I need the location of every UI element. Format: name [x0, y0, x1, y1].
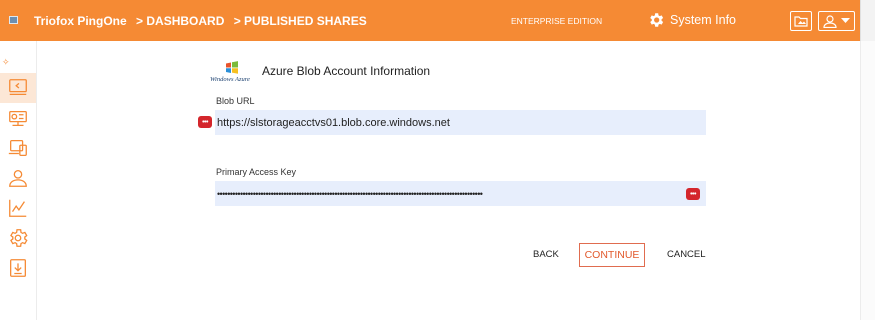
chart-icon	[9, 199, 27, 217]
caret-down-icon	[841, 18, 850, 23]
sidebar-item-reports[interactable]	[0, 193, 36, 223]
continue-button[interactable]: CONTINUE	[579, 243, 645, 267]
user-menu-button[interactable]	[818, 11, 855, 31]
sidebar-item-downloads[interactable]	[0, 253, 36, 283]
gear-icon	[650, 13, 664, 27]
top-bar: Triofox PingOne > DASHBOARD > PUBLISHED …	[0, 0, 875, 41]
blob-url-field[interactable]	[215, 110, 706, 135]
password-manager-icon[interactable]	[686, 188, 700, 200]
folder-button[interactable]	[790, 11, 812, 31]
password-manager-icon[interactable]	[198, 116, 212, 128]
user-icon	[823, 14, 837, 28]
devices-icon	[8, 140, 27, 156]
sidebar-item-settings[interactable]	[0, 223, 36, 253]
blob-url-label: Blob URL	[216, 96, 255, 106]
download-icon	[10, 259, 26, 277]
gear-icon	[10, 229, 28, 247]
system-info-label: System Info	[670, 13, 736, 27]
folder-icon	[794, 16, 808, 27]
back-button[interactable]: BACK	[533, 249, 559, 260]
pin-icon[interactable]: ✧	[2, 57, 10, 68]
server-icon	[9, 110, 27, 126]
windows-flag-icon	[226, 61, 238, 74]
breadcrumb: Triofox PingOne > DASHBOARD > PUBLISHED …	[34, 14, 373, 28]
sidebar-item-users[interactable]	[0, 163, 36, 193]
app-logo-icon[interactable]	[9, 16, 18, 24]
page-title: Azure Blob Account Information	[262, 64, 431, 78]
edition-label: ENTERPRISE EDITION	[511, 16, 603, 26]
sidebar-item-shares[interactable]	[0, 73, 36, 103]
cancel-button[interactable]: CANCEL	[667, 249, 706, 260]
scrollbar-top[interactable]	[860, 0, 875, 41]
scrollbar[interactable]	[860, 41, 875, 320]
windows-azure-logo: Windows Azure	[210, 61, 260, 85]
breadcrumb-home[interactable]: Triofox PingOne	[34, 14, 127, 28]
primary-access-key-label: Primary Access Key	[216, 167, 297, 177]
sidebar-item-devices[interactable]	[0, 133, 36, 163]
share-screen-icon	[9, 79, 27, 96]
windows-azure-text: Windows Azure	[210, 76, 250, 83]
breadcrumb-dashboard[interactable]: > DASHBOARD	[136, 14, 224, 28]
breadcrumb-published-shares[interactable]: > PUBLISHED SHARES	[234, 14, 367, 28]
user-icon	[9, 170, 27, 187]
system-info-button[interactable]: System Info	[647, 11, 736, 29]
sidebar: ✧	[0, 41, 37, 320]
primary-access-key-field[interactable]	[215, 181, 706, 206]
sidebar-item-servers[interactable]	[0, 103, 36, 133]
